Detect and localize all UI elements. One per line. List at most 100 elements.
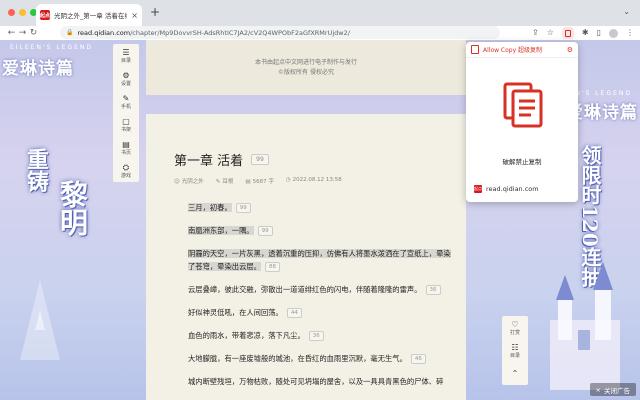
url-path: /chapter/Mp9DovvrSH-AdsRhtIC7JA2/cV2Q4WP… (130, 28, 350, 37)
game-icon: ⛭ (122, 162, 130, 172)
paragraph-comment-badge[interactable]: 46 (410, 354, 426, 364)
paragraph[interactable]: 三月，初春。 99 (174, 201, 466, 214)
paragraph-comment-badge[interactable]: 99 (235, 203, 251, 213)
profile-icon[interactable] (609, 28, 618, 38)
paragraph-comment-badge[interactable]: 36 (308, 331, 324, 341)
window-controls (8, 9, 37, 16)
sidebar-item-phone[interactable]: ✎ 手机 (113, 90, 139, 113)
gear-icon: ⚙ (122, 70, 130, 80)
sidebar-item-label: 书页 (120, 149, 131, 156)
menu-icon[interactable]: ⋮ (626, 27, 634, 39)
share-icon[interactable]: ⇪ (532, 27, 539, 39)
sidebar-item-game[interactable]: ⛭ 游戏 (113, 159, 139, 182)
minimize-window-button[interactable] (19, 9, 26, 16)
paragraph[interactable]: 云层叠嶂，彼此交融，弥散出一道道绯红色的闪电，伴随着隆隆的雷声。 36 (174, 283, 466, 296)
tip-button[interactable]: ♡ 打赏 (502, 316, 528, 339)
sidebar-item-settings[interactable]: ⚙ 设置 (113, 67, 139, 90)
site-host: read.qidian.com (486, 185, 539, 193)
author-meta[interactable]: ☺ 光阴之外 (174, 177, 204, 185)
paragraph[interactable]: 阴霾的天空，一片灰黑，透着沉重的压抑，仿佛有人将墨水泼洒在了宣纸上，晕染了苍穹，… (174, 247, 466, 273)
comment-count-badge[interactable]: 99 (251, 154, 269, 165)
left-logo: 爱琳诗篇 (2, 59, 74, 79)
gear-icon[interactable]: ⚙ (567, 46, 573, 54)
lock-icon[interactable]: 🔒 (66, 29, 73, 36)
decorative-tower-shape (20, 280, 60, 360)
reader-right-sidebar: ♡ 打赏 ☷ 目录 ⌃ (502, 316, 528, 385)
author-name: 光阴之外 (181, 179, 204, 185)
paragraph-text: 云层叠嶂，彼此交融，弥散出一道道绯红色的闪电，伴随着隆隆的雷声。 (188, 285, 422, 294)
publish-date: 2022.08.12 13:58 (292, 177, 342, 183)
sidebar-item-label: 手机 (120, 103, 131, 110)
paragraph[interactable]: 血色的雨水，带着悲凉，落下凡尘。 36 (174, 329, 466, 342)
paragraph-text: 南凰洲东部，一隅。 (188, 226, 254, 235)
copyright-line-2: ©版权所有 侵权必究 (278, 69, 334, 76)
left-slogan-2: 黎明 (56, 180, 89, 236)
bookshelf-icon: ▢ (122, 116, 130, 126)
paragraph-comment-badge[interactable]: 36 (425, 285, 441, 295)
copyright-line-1: 本书由起点中文网进行电子制作与发行 (254, 59, 357, 66)
sidebar-item-bookshelf[interactable]: ▢ 书架 (113, 113, 139, 136)
bookmark-star-icon[interactable]: ☆ (547, 27, 554, 39)
paragraph-text: 好似神灵低吼，在人间回荡。 (188, 308, 283, 317)
catalog-button[interactable]: ☷ 目录 (502, 339, 528, 362)
browser-tab[interactable]: 起点 光阴之外_第一章 活着在线免费阅 × (36, 4, 142, 26)
tab-title: 光阴之外_第一章 活着在线免费阅 (54, 12, 127, 20)
address-bar[interactable]: 🔒 read.qidian.com/chapter/Mp9DovvrSH-Ads… (60, 26, 500, 39)
sidebar-item-bookpage[interactable]: ▤ 书页 (113, 136, 139, 159)
allow-copy-extension-icon[interactable] (561, 27, 574, 39)
close-ad-label: 关闭广告 (604, 386, 630, 395)
author2-meta[interactable]: ✎ 耳根 (216, 177, 234, 185)
current-site: 起点 read.qidian.com (474, 185, 539, 193)
document-icon: ▤ (245, 179, 251, 185)
paragraph[interactable]: 大地朦胧，有一座废墟般的城池，在昏红的血雨里沉默，毫无生气。 46 (174, 352, 466, 365)
paragraph[interactable]: 南凰洲东部，一隅。 99 (174, 224, 466, 237)
word-count: 5687 字 (252, 179, 274, 185)
word-count-meta: ▤ 5687 字 (245, 177, 273, 185)
chevron-up-icon: ⌃ (511, 369, 519, 378)
close-icon: × (595, 385, 601, 394)
url-host: read.qidian.com (77, 28, 131, 37)
left-ad-banner[interactable]: EILEEN'S LEGEND 爱琳诗篇 重铸 黎明 (0, 40, 120, 400)
chapter-title: 第一章 活着 99 (174, 150, 466, 169)
author2-name: 耳根 (222, 179, 234, 185)
back-to-top-button[interactable]: ⌃ (502, 362, 528, 385)
left-slogan-1: 重铸 (23, 148, 49, 192)
tab-close-icon[interactable]: × (131, 11, 138, 20)
paragraph[interactable]: 好似神灵低吼，在人间回荡。 44 (174, 306, 466, 319)
toolbar-actions: ⇪ ☆ ✱ ▯ ⋮ (532, 27, 634, 39)
pen-icon: ✎ (215, 179, 221, 185)
qidian-favicon-icon: 起点 (40, 10, 50, 20)
copy-status-text: 破解禁止复制 (502, 158, 542, 166)
clock-icon: ◷ (285, 177, 291, 183)
reader-sidebar: ☰ 目录 ⚙ 设置 ✎ 手机 ▢ 书架 ▤ 书页 ⛭ 游戏 (113, 44, 139, 182)
book-page-icon: ▤ (122, 139, 130, 149)
close-window-button[interactable] (8, 9, 15, 16)
tip-label: 打赏 (509, 329, 520, 336)
reload-button[interactable]: ↻ (28, 28, 39, 38)
sidebar-icon[interactable]: ▯ (597, 27, 601, 39)
close-ad-button[interactable]: × 关闭广告 (589, 383, 636, 396)
forward-button[interactable]: → (17, 28, 28, 38)
browser-toolbar: ← → ↻ 🔒 read.qidian.com/chapter/Mp9Dovvr… (0, 26, 640, 40)
new-tab-button[interactable]: + (150, 6, 160, 18)
sidebar-item-catalog[interactable]: ☰ 目录 (113, 44, 139, 67)
paragraph-comment-badge[interactable]: 99 (257, 226, 273, 236)
allow-copy-popup: Allow Copy 超级复制 ⚙ 破解禁止复制 起点 read.qidian.… (466, 42, 578, 202)
popup-header: Allow Copy 超级复制 ⚙ (466, 42, 578, 58)
paragraph-comment-badge[interactable]: 88 (264, 262, 280, 272)
paragraph-comment-badge[interactable]: 44 (286, 308, 302, 318)
left-logo-en: EILEEN'S LEGEND (10, 44, 94, 51)
puzzle-icon[interactable]: ✱ (582, 27, 589, 39)
url-text: read.qidian.com/chapter/Mp9DovvrSH-AdsRh… (77, 29, 349, 37)
paragraph-text: 阴霾的天空，一片灰黑，透着沉重的压抑，仿佛有人将墨水泼洒在了宣纸上，晕染了苍穹，… (188, 249, 451, 271)
paragraph[interactable]: 城内断壁残垣，万物枯败，随处可见坍塌的屋舍，以及一具具青黑色的尸体、碎 (174, 375, 466, 388)
catalog-icon: ☰ (122, 47, 130, 57)
phone-icon: ✎ (122, 93, 130, 103)
copy-toggle-icon[interactable] (503, 82, 543, 128)
allow-copy-logo-icon (471, 45, 479, 54)
back-button[interactable]: ← (6, 28, 17, 38)
tab-search-icon[interactable]: ⌄ (623, 7, 630, 16)
catalog-icon: ☷ (511, 342, 519, 352)
date-meta: ◷ 2022.08.12 13:58 (286, 177, 342, 185)
sidebar-item-label: 游戏 (120, 172, 131, 179)
